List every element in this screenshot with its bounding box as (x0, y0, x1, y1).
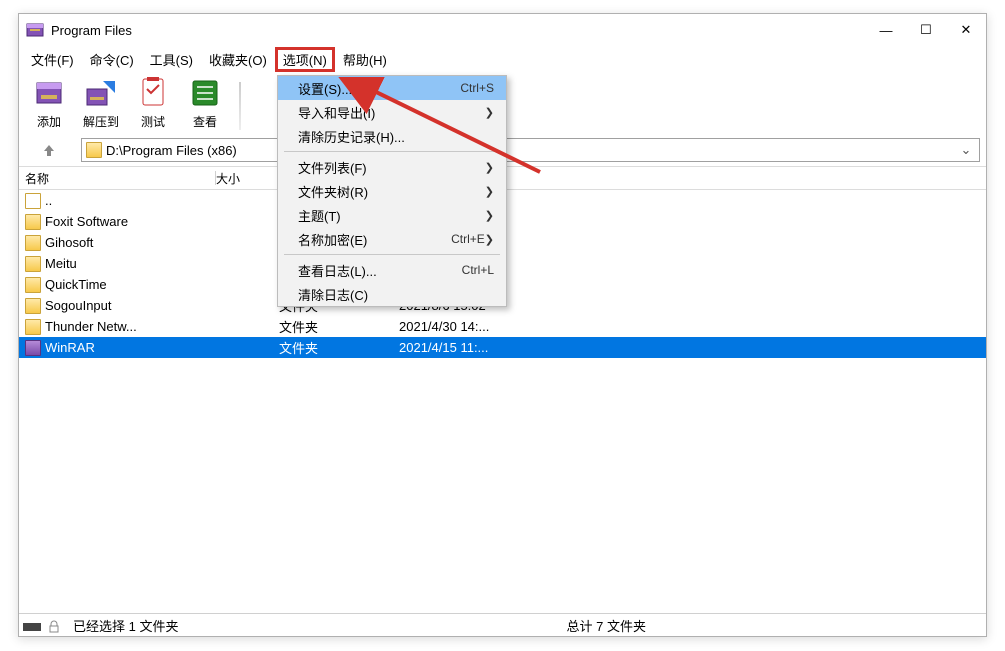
row-date: 2021/4/15 11:... (399, 340, 529, 355)
row-type: 文件夹 (279, 338, 399, 357)
table-row[interactable]: WinRAR 文件夹2021/4/15 11:... (19, 337, 986, 358)
chevron-down-icon[interactable]: ⌄ (957, 142, 975, 158)
folder-icon (25, 256, 41, 272)
submenu-arrow-icon: ❯ (485, 233, 494, 246)
menu-shortcut: Ctrl+S (460, 81, 494, 95)
menu-item-label: 导入和导出(I) (298, 103, 485, 122)
minimize-button[interactable]: — (866, 14, 906, 46)
row-type: 文件夹 (279, 317, 399, 336)
winrar-app-icon (25, 20, 45, 40)
status-left: 已经选择 1 文件夹 (19, 616, 557, 635)
menu-help[interactable]: 帮助(H) (335, 47, 395, 72)
toolbar-add[interactable]: 添加 (25, 75, 73, 130)
toolbar-extract-label: 解压到 (83, 113, 119, 130)
menu-shortcut: Ctrl+E (451, 232, 485, 246)
up-folder-icon (25, 193, 41, 209)
row-name: .. (45, 193, 219, 208)
menu-item[interactable]: 清除历史记录(H)... (278, 124, 506, 148)
menu-favorites[interactable]: 收藏夹(O) (201, 47, 275, 72)
menu-item-label: 文件列表(F) (298, 158, 485, 177)
maximize-button[interactable]: ☐ (906, 14, 946, 46)
add-icon (31, 75, 67, 111)
menu-bar: 文件(F) 命令(C) 工具(S) 收藏夹(O) 选项(N) 帮助(H) (19, 46, 986, 72)
folder-icon (25, 319, 41, 335)
title-bar: Program Files — ☐ ✕ (19, 14, 986, 46)
menu-tools[interactable]: 工具(S) (142, 47, 201, 72)
toolbar-view[interactable]: 查看 (181, 75, 229, 130)
options-dropdown: 设置(S)...Ctrl+S导入和导出(I)❯清除历史记录(H)...文件列表(… (277, 75, 507, 307)
archive-icon (25, 340, 41, 356)
folder-icon (25, 277, 41, 293)
menu-separator (284, 151, 500, 152)
toolbar-separator (239, 82, 241, 130)
up-button[interactable] (37, 140, 61, 160)
extract-icon (83, 75, 119, 111)
column-name[interactable]: 名称 (25, 167, 215, 189)
menu-item[interactable]: 名称加密(E)Ctrl+E❯ (278, 227, 506, 251)
folder-icon (86, 142, 102, 158)
row-name: WinRAR (45, 340, 219, 355)
address-text: D:\Program Files (x86) (106, 143, 957, 158)
folder-icon (25, 235, 41, 251)
menu-item[interactable]: 主题(T)❯ (278, 203, 506, 227)
menu-command[interactable]: 命令(C) (82, 47, 142, 72)
window-title: Program Files (51, 23, 132, 38)
status-right: 总计 7 文件夹 (557, 616, 987, 635)
menu-item-label: 主题(T) (298, 206, 485, 225)
menu-shortcut: Ctrl+L (462, 263, 494, 277)
toolbar-add-label: 添加 (37, 113, 61, 130)
folder-icon (25, 298, 41, 314)
row-name: Meitu (45, 256, 219, 271)
status-bar: 已经选择 1 文件夹 总计 7 文件夹 (19, 613, 986, 636)
menu-item-label: 清除日志(C) (298, 285, 494, 304)
address-bar[interactable]: D:\Program Files (x86) ⌄ (81, 138, 980, 162)
view-icon (187, 75, 223, 111)
toolbar-extract[interactable]: 解压到 (77, 75, 125, 130)
menu-item-label: 设置(S)... (298, 79, 460, 98)
arrow-up-icon (42, 143, 56, 157)
menu-item[interactable]: 清除日志(C) (278, 282, 506, 306)
menu-item-label: 清除历史记录(H)... (298, 127, 494, 146)
close-button[interactable]: ✕ (946, 14, 986, 46)
menu-item[interactable]: 设置(S)...Ctrl+S (278, 76, 506, 100)
menu-item[interactable]: 文件列表(F)❯ (278, 155, 506, 179)
menu-item-label: 查看日志(L)... (298, 261, 462, 280)
row-name: QuickTime (45, 277, 219, 292)
toolbar-view-label: 查看 (193, 113, 217, 130)
submenu-arrow-icon: ❯ (485, 106, 494, 119)
row-name: Foxit Software (45, 214, 219, 229)
menu-item-label: 名称加密(E) (298, 230, 451, 249)
row-name: Thunder Netw... (45, 319, 219, 334)
toolbar-test[interactable]: 测试 (129, 75, 177, 130)
menu-item[interactable]: 导入和导出(I)❯ (278, 100, 506, 124)
toolbar-test-label: 测试 (141, 113, 165, 130)
submenu-arrow-icon: ❯ (485, 209, 494, 222)
table-row[interactable]: Thunder Netw... 文件夹2021/4/30 14:... (19, 316, 986, 337)
column-size[interactable]: 大小 (216, 167, 282, 189)
menu-item[interactable]: 查看日志(L)...Ctrl+L (278, 258, 506, 282)
folder-icon (25, 214, 41, 230)
row-date: 2021/4/30 14:... (399, 319, 529, 334)
disk-icon (23, 621, 41, 633)
row-name: Gihosoft (45, 235, 219, 250)
submenu-arrow-icon: ❯ (485, 161, 494, 174)
menu-file[interactable]: 文件(F) (23, 47, 82, 72)
lock-icon (47, 620, 61, 634)
menu-item[interactable]: 文件夹树(R)❯ (278, 179, 506, 203)
menu-separator (284, 254, 500, 255)
menu-options[interactable]: 选项(N) (275, 47, 335, 72)
submenu-arrow-icon: ❯ (485, 185, 494, 198)
row-name: SogouInput (45, 298, 219, 313)
menu-item-label: 文件夹树(R) (298, 182, 485, 201)
test-icon (135, 75, 171, 111)
